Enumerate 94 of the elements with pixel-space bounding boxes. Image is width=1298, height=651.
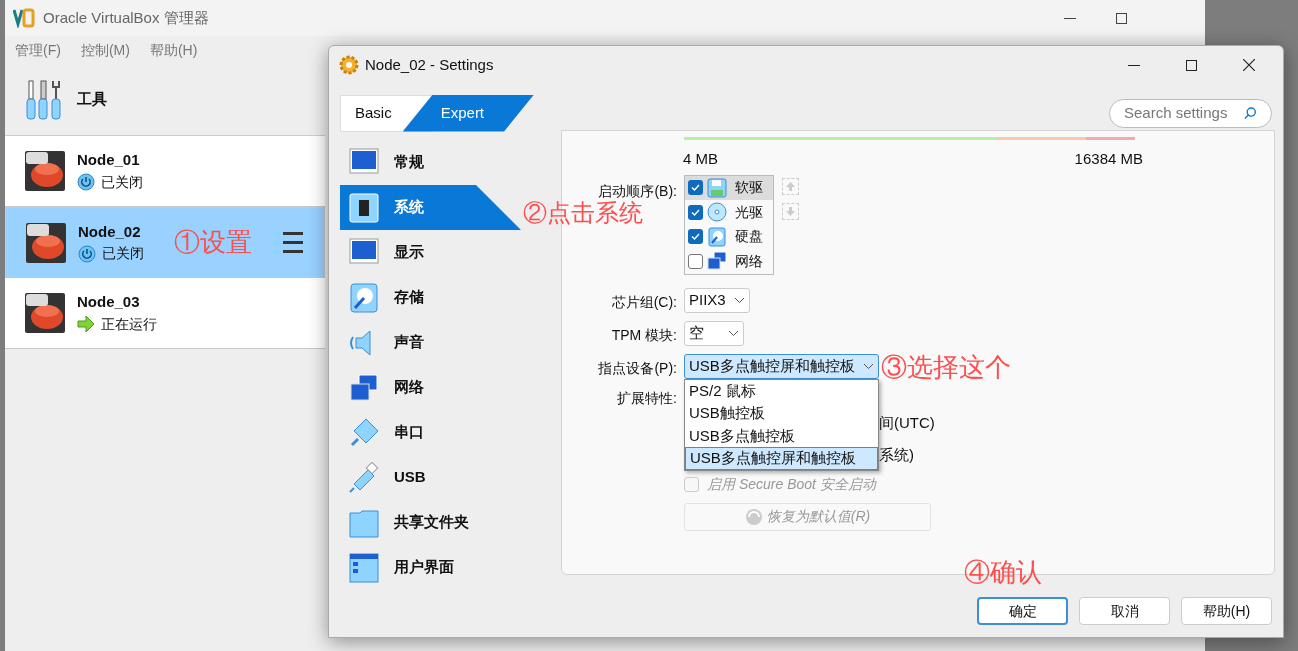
network-icon: [707, 251, 727, 272]
floppy-icon: [707, 177, 727, 198]
maximize-icon[interactable]: [1186, 59, 1197, 71]
vm-status: 已关闭: [102, 244, 144, 264]
down-arrow-icon: [786, 206, 795, 216]
boot-device-label: 硬盘: [735, 227, 763, 247]
os-icon: [26, 222, 66, 263]
nav-item[interactable]: 网络: [340, 365, 521, 410]
vm-list-item[interactable]: Node_01 已关闭: [5, 136, 325, 207]
dropdown-option[interactable]: USB触控板: [685, 402, 878, 425]
boot-order-item[interactable]: 网络: [685, 249, 773, 274]
option-label: 启用 Secure Boot 安全启动: [707, 474, 876, 494]
menu-item[interactable]: 帮助(H): [149, 39, 198, 61]
checkmark-icon: [690, 231, 701, 243]
window-icon: [348, 551, 380, 584]
os-icon: [25, 293, 65, 333]
annotation-text: ④确认: [964, 557, 1042, 587]
vm-name: Node_01: [77, 150, 141, 171]
memory-max-label: 16384 MB: [1074, 149, 1143, 169]
field-label: 扩展特性:: [616, 388, 677, 408]
dropdown-option[interactable]: USB多点触控板: [685, 424, 878, 447]
os-icon: [25, 151, 65, 191]
boot-device-label: 光驱: [735, 202, 763, 222]
annotation-text: ①设置: [174, 226, 252, 259]
checkbox[interactable]: [688, 180, 703, 196]
boot-device-label: 网络: [735, 251, 763, 271]
boot-order-item[interactable]: 硬盘: [685, 224, 773, 249]
boot-device-label: 软驱: [735, 178, 763, 198]
field-label: TPM 模块:: [610, 325, 677, 345]
chevron-icon: [728, 329, 739, 337]
vm-status: 已关闭: [101, 172, 143, 192]
annotation-text: ②点击系统: [523, 198, 643, 228]
nav-item[interactable]: 用户界面: [340, 545, 521, 590]
up-arrow-icon: [786, 181, 795, 191]
nav-item[interactable]: USB: [340, 455, 521, 500]
dropdown-option[interactable]: USB多点触控屏和触控板: [685, 447, 878, 470]
network-icon: [348, 371, 380, 404]
menu-item[interactable]: 管理(F): [15, 39, 61, 61]
dialog-title: Node_02 - Settings: [365, 54, 494, 75]
minimize-icon[interactable]: [1128, 64, 1140, 66]
nav-item[interactable]: 串口: [340, 410, 521, 455]
dialog-button[interactable]: 取消: [1079, 597, 1170, 625]
search-field[interactable]: Search settings: [1109, 98, 1272, 128]
restore-icon: [744, 507, 763, 526]
app-logo-icon: [13, 8, 35, 28]
option-label: 系统): [879, 444, 915, 464]
vm-status: 正在运行: [101, 314, 157, 334]
vm-name: Node_03: [77, 292, 141, 313]
boot-order-item[interactable]: 软驱: [685, 175, 773, 200]
dialog-button[interactable]: 帮助(H): [1181, 597, 1272, 625]
disc-icon: [707, 202, 727, 223]
nav-item[interactable]: 系统: [340, 185, 521, 230]
gear-icon: [339, 55, 359, 75]
chevron-icon: [734, 296, 745, 304]
annotation-text: ③选择这个: [881, 353, 1011, 380]
field-label: 指点设备(P):: [597, 358, 677, 378]
arrow-icon: [77, 315, 95, 334]
menu-item[interactable]: 控制(M): [80, 39, 130, 61]
checkbox[interactable]: [688, 253, 703, 269]
nav-item[interactable]: 常规: [340, 140, 521, 185]
tools-label: 工具: [77, 89, 107, 110]
field-label: 芯片组(C):: [610, 292, 677, 312]
chip-icon: [348, 191, 380, 224]
maximize-icon[interactable]: [1116, 12, 1127, 24]
minimize-icon[interactable]: [1064, 17, 1076, 19]
chipset-combo[interactable]: PIIX3: [684, 287, 750, 313]
search-input[interactable]: Search settings: [1124, 101, 1245, 125]
menu-icon[interactable]: [274, 229, 304, 256]
power-icon: [78, 244, 96, 263]
option-label: 间(UTC): [879, 412, 936, 432]
serial-port-icon: [348, 416, 380, 449]
search-icon: [1244, 106, 1257, 120]
vm-list-item[interactable]: Node_02 已关闭 ①设置: [5, 207, 325, 278]
dialog-button[interactable]: 确定: [977, 597, 1068, 625]
vm-name: Node_02: [78, 221, 142, 242]
usb-icon: [348, 461, 380, 494]
checkmark-icon: [690, 182, 701, 194]
power-icon: [77, 173, 95, 192]
pointing-device-combo[interactable]: USB多点触控屏和触控板: [684, 354, 879, 379]
window-title: Oracle VirtualBox 管理器: [43, 7, 209, 28]
nav-item[interactable]: 显示: [340, 230, 521, 275]
memory-min-label: 4 MB: [683, 149, 718, 169]
checkbox[interactable]: [688, 204, 703, 220]
close-icon[interactable]: [1243, 59, 1255, 71]
chevron-icon: [863, 363, 874, 370]
dropdown-option[interactable]: PS/2 鼠标: [685, 379, 878, 402]
tpm-combo[interactable]: 空: [684, 320, 744, 346]
nav-item[interactable]: 声音: [340, 320, 521, 365]
vm-list-item[interactable]: Node_03 正在运行: [5, 278, 325, 349]
nav-item[interactable]: 共享文件夹: [340, 500, 521, 545]
checkbox[interactable]: [688, 229, 703, 245]
field-label: 启动顺序(B):: [597, 181, 677, 201]
boot-order-item[interactable]: 光驱: [685, 200, 773, 225]
nav-item[interactable]: 存储: [340, 275, 521, 320]
